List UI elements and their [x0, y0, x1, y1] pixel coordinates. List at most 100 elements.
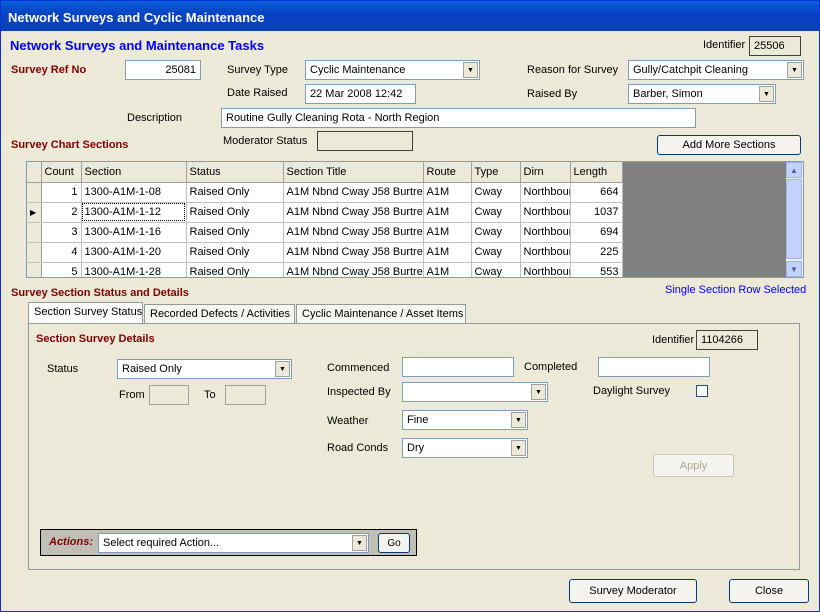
section-identifier-value: 1104266 [696, 330, 758, 350]
cell-dirn[interactable]: Northbound [520, 222, 571, 243]
close-button[interactable]: Close [729, 579, 809, 603]
cell-route[interactable]: A1M [423, 202, 472, 223]
go-button[interactable]: Go [378, 533, 410, 553]
chevron-down-icon[interactable]: ▼ [352, 535, 367, 551]
cell-count[interactable]: 4 [41, 242, 82, 263]
completed-field[interactable] [598, 357, 710, 377]
scroll-up-icon[interactable]: ▲ [786, 162, 802, 178]
inspected-by-dropdown[interactable]: ▼ [402, 382, 548, 402]
status-dropdown[interactable]: Raised Only ▼ [117, 359, 292, 379]
chevron-down-icon[interactable]: ▼ [787, 62, 802, 78]
to-label: To [204, 389, 216, 401]
cell-route[interactable]: A1M [423, 262, 472, 277]
survey-moderator-button[interactable]: Survey Moderator [569, 579, 697, 603]
road-conds-dropdown[interactable]: Dry ▼ [402, 438, 528, 458]
col-dirn[interactable]: Dirn [520, 162, 571, 183]
col-count[interactable]: Count [41, 162, 82, 183]
title-bar: Network Surveys and Cyclic Maintenance [1, 1, 819, 31]
cell-section[interactable]: 1300-A1M-1-08 [81, 182, 187, 203]
actions-dropdown[interactable]: Select required Action... ▼ [98, 533, 369, 553]
cell-length[interactable]: 694 [570, 222, 623, 243]
table-row[interactable]: 5 1300-A1M-1-28 Raised Only A1M Nbnd Cwa… [27, 262, 623, 277]
cell-length[interactable]: 553 [570, 262, 623, 277]
weather-dropdown[interactable]: Fine ▼ [402, 410, 528, 430]
col-length[interactable]: Length [570, 162, 623, 183]
row-selector[interactable]: ▶ [27, 202, 42, 223]
actions-label: Actions: [49, 536, 93, 548]
tab-recorded-defects[interactable]: Recorded Defects / Activities [144, 304, 295, 324]
road-conds-label: Road Conds [327, 442, 389, 454]
survey-type-dropdown[interactable]: Cyclic Maintenance ▼ [305, 60, 480, 80]
cell-status[interactable]: Raised Only [186, 262, 284, 277]
daylight-survey-checkbox[interactable] [696, 385, 708, 397]
cell-section[interactable]: 1300-A1M-1-28 [81, 262, 187, 277]
row-selector[interactable] [27, 182, 42, 203]
cell-count[interactable]: 5 [41, 262, 82, 277]
add-more-sections-button[interactable]: Add More Sections [657, 135, 801, 155]
cell-status[interactable]: Raised Only [186, 182, 284, 203]
cell-route[interactable]: A1M [423, 242, 472, 263]
row-selector[interactable] [27, 242, 42, 263]
scroll-thumb[interactable] [786, 179, 802, 259]
table-row[interactable]: 1 1300-A1M-1-08 Raised Only A1M Nbnd Cwa… [27, 182, 623, 203]
reason-dropdown[interactable]: Gully/Catchpit Cleaning ▼ [628, 60, 804, 80]
description-field[interactable]: Routine Gully Cleaning Rota - North Regi… [221, 108, 696, 128]
cell-count[interactable]: 2 [41, 202, 82, 223]
row-selector[interactable] [27, 222, 42, 243]
cell-title[interactable]: A1M Nbnd Cway J58 Burtree [283, 182, 424, 203]
cell-section[interactable]: 1300-A1M-1-20 [81, 242, 187, 263]
survey-ref-field[interactable]: 25081 [125, 60, 201, 80]
cell-count[interactable]: 3 [41, 222, 82, 243]
grid-header-row: Count Section Status Section Title Route… [27, 162, 623, 183]
col-section-title[interactable]: Section Title [283, 162, 424, 183]
scroll-down-icon[interactable]: ▼ [786, 261, 802, 277]
road-conds-value: Dry [407, 442, 425, 454]
cell-title[interactable]: A1M Nbnd Cway J58 Burtree [283, 262, 424, 277]
cell-dirn[interactable]: Northbound [520, 182, 571, 203]
cell-section[interactable]: 1300-A1M-1-12 [81, 202, 187, 223]
cell-title[interactable]: A1M Nbnd Cway J58 Burtree [283, 222, 424, 243]
cell-type[interactable]: Cway [471, 182, 521, 203]
col-section[interactable]: Section [81, 162, 187, 183]
tab-cyclic-maintenance[interactable]: Cyclic Maintenance / Asset Items [296, 304, 466, 324]
cell-type[interactable]: Cway [471, 242, 521, 263]
grid-scrollbar[interactable]: ▲ ▼ [786, 162, 803, 277]
table-row[interactable]: ▶ 2 1300-A1M-1-12 Raised Only A1M Nbnd C… [27, 202, 623, 223]
cell-route[interactable]: A1M [423, 182, 472, 203]
col-route[interactable]: Route [423, 162, 472, 183]
cell-type[interactable]: Cway [471, 222, 521, 243]
chevron-down-icon[interactable]: ▼ [511, 412, 526, 428]
row-selector[interactable] [27, 262, 42, 277]
cell-length[interactable]: 664 [570, 182, 623, 203]
col-status[interactable]: Status [186, 162, 284, 183]
cell-type[interactable]: Cway [471, 262, 521, 277]
raised-by-value: Barber, Simon [633, 88, 703, 100]
chevron-down-icon[interactable]: ▼ [531, 384, 546, 400]
cell-title[interactable]: A1M Nbnd Cway J58 Burtree [283, 202, 424, 223]
tab-section-survey-status[interactable]: Section Survey Status [28, 302, 143, 323]
cell-route[interactable]: A1M [423, 222, 472, 243]
cell-status[interactable]: Raised Only [186, 202, 284, 223]
chevron-down-icon[interactable]: ▼ [463, 62, 478, 78]
table-row[interactable]: 3 1300-A1M-1-16 Raised Only A1M Nbnd Cwa… [27, 222, 623, 243]
apply-button[interactable]: Apply [653, 454, 734, 477]
date-raised-field[interactable]: 22 Mar 2008 12:42 [305, 84, 416, 104]
cell-length[interactable]: 1037 [570, 202, 623, 223]
chevron-down-icon[interactable]: ▼ [511, 440, 526, 456]
col-type[interactable]: Type [471, 162, 521, 183]
cell-status[interactable]: Raised Only [186, 222, 284, 243]
cell-length[interactable]: 225 [570, 242, 623, 263]
chevron-down-icon[interactable]: ▼ [759, 86, 774, 102]
chevron-down-icon[interactable]: ▼ [275, 361, 290, 377]
cell-dirn[interactable]: Northbound [520, 242, 571, 263]
cell-type[interactable]: Cway [471, 202, 521, 223]
raised-by-dropdown[interactable]: Barber, Simon ▼ [628, 84, 776, 104]
commenced-field[interactable] [402, 357, 514, 377]
cell-status[interactable]: Raised Only [186, 242, 284, 263]
cell-title[interactable]: A1M Nbnd Cway J58 Burtree [283, 242, 424, 263]
cell-dirn[interactable]: Northbound [520, 202, 571, 223]
cell-dirn[interactable]: Northbound [520, 262, 571, 277]
table-row[interactable]: 4 1300-A1M-1-20 Raised Only A1M Nbnd Cwa… [27, 242, 623, 263]
cell-count[interactable]: 1 [41, 182, 82, 203]
cell-section[interactable]: 1300-A1M-1-16 [81, 222, 187, 243]
